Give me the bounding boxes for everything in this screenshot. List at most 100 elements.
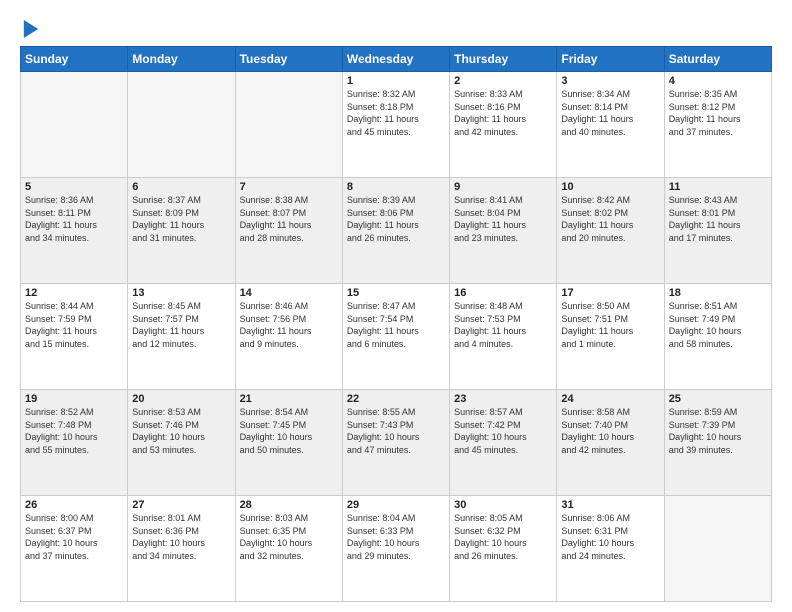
day-number: 31 <box>561 499 659 511</box>
calendar-cell: 18Sunrise: 8:51 AMSunset: 7:49 PMDayligh… <box>664 284 771 390</box>
day-info: Sunrise: 8:36 AMSunset: 8:11 PMDaylight:… <box>25 194 123 244</box>
day-info: Sunrise: 8:52 AMSunset: 7:48 PMDaylight:… <box>25 406 123 456</box>
day-number: 10 <box>561 181 659 193</box>
col-thursday: Thursday <box>450 47 557 72</box>
day-info: Sunrise: 8:51 AMSunset: 7:49 PMDaylight:… <box>669 300 767 350</box>
day-number: 25 <box>669 393 767 405</box>
day-number: 2 <box>454 75 552 87</box>
day-info: Sunrise: 8:04 AMSunset: 6:33 PMDaylight:… <box>347 512 445 562</box>
col-sunday: Sunday <box>21 47 128 72</box>
calendar-cell: 26Sunrise: 8:00 AMSunset: 6:37 PMDayligh… <box>21 496 128 602</box>
calendar-cell <box>235 72 342 178</box>
header <box>20 18 772 36</box>
calendar-cell <box>664 496 771 602</box>
day-number: 21 <box>240 393 338 405</box>
day-number: 22 <box>347 393 445 405</box>
day-number: 15 <box>347 287 445 299</box>
calendar-cell: 15Sunrise: 8:47 AMSunset: 7:54 PMDayligh… <box>342 284 449 390</box>
calendar-table: Sunday Monday Tuesday Wednesday Thursday… <box>20 46 772 602</box>
calendar-cell: 3Sunrise: 8:34 AMSunset: 8:14 PMDaylight… <box>557 72 664 178</box>
day-number: 28 <box>240 499 338 511</box>
calendar-cell: 19Sunrise: 8:52 AMSunset: 7:48 PMDayligh… <box>21 390 128 496</box>
calendar-week-row: 5Sunrise: 8:36 AMSunset: 8:11 PMDaylight… <box>21 178 772 284</box>
page: Sunday Monday Tuesday Wednesday Thursday… <box>0 0 792 612</box>
day-info: Sunrise: 8:41 AMSunset: 8:04 PMDaylight:… <box>454 194 552 244</box>
day-number: 20 <box>132 393 230 405</box>
day-info: Sunrise: 8:44 AMSunset: 7:59 PMDaylight:… <box>25 300 123 350</box>
day-info: Sunrise: 8:00 AMSunset: 6:37 PMDaylight:… <box>25 512 123 562</box>
calendar-cell: 23Sunrise: 8:57 AMSunset: 7:42 PMDayligh… <box>450 390 557 496</box>
logo-icon <box>22 18 40 40</box>
day-info: Sunrise: 8:35 AMSunset: 8:12 PMDaylight:… <box>669 88 767 138</box>
calendar-cell: 11Sunrise: 8:43 AMSunset: 8:01 PMDayligh… <box>664 178 771 284</box>
day-number: 12 <box>25 287 123 299</box>
day-number: 13 <box>132 287 230 299</box>
day-info: Sunrise: 8:37 AMSunset: 8:09 PMDaylight:… <box>132 194 230 244</box>
calendar-cell: 16Sunrise: 8:48 AMSunset: 7:53 PMDayligh… <box>450 284 557 390</box>
calendar-header-row: Sunday Monday Tuesday Wednesday Thursday… <box>21 47 772 72</box>
calendar-cell: 30Sunrise: 8:05 AMSunset: 6:32 PMDayligh… <box>450 496 557 602</box>
calendar-cell: 5Sunrise: 8:36 AMSunset: 8:11 PMDaylight… <box>21 178 128 284</box>
calendar-cell: 9Sunrise: 8:41 AMSunset: 8:04 PMDaylight… <box>450 178 557 284</box>
col-tuesday: Tuesday <box>235 47 342 72</box>
day-info: Sunrise: 8:59 AMSunset: 7:39 PMDaylight:… <box>669 406 767 456</box>
day-info: Sunrise: 8:03 AMSunset: 6:35 PMDaylight:… <box>240 512 338 562</box>
day-info: Sunrise: 8:48 AMSunset: 7:53 PMDaylight:… <box>454 300 552 350</box>
calendar-week-row: 19Sunrise: 8:52 AMSunset: 7:48 PMDayligh… <box>21 390 772 496</box>
calendar-cell: 29Sunrise: 8:04 AMSunset: 6:33 PMDayligh… <box>342 496 449 602</box>
day-info: Sunrise: 8:05 AMSunset: 6:32 PMDaylight:… <box>454 512 552 562</box>
calendar-cell: 22Sunrise: 8:55 AMSunset: 7:43 PMDayligh… <box>342 390 449 496</box>
day-number: 29 <box>347 499 445 511</box>
day-info: Sunrise: 8:01 AMSunset: 6:36 PMDaylight:… <box>132 512 230 562</box>
calendar-cell: 21Sunrise: 8:54 AMSunset: 7:45 PMDayligh… <box>235 390 342 496</box>
day-number: 24 <box>561 393 659 405</box>
day-number: 7 <box>240 181 338 193</box>
calendar-cell <box>21 72 128 178</box>
calendar-cell: 25Sunrise: 8:59 AMSunset: 7:39 PMDayligh… <box>664 390 771 496</box>
day-info: Sunrise: 8:47 AMSunset: 7:54 PMDaylight:… <box>347 300 445 350</box>
calendar-cell: 8Sunrise: 8:39 AMSunset: 8:06 PMDaylight… <box>342 178 449 284</box>
day-info: Sunrise: 8:38 AMSunset: 8:07 PMDaylight:… <box>240 194 338 244</box>
day-number: 18 <box>669 287 767 299</box>
calendar-week-row: 26Sunrise: 8:00 AMSunset: 6:37 PMDayligh… <box>21 496 772 602</box>
day-info: Sunrise: 8:46 AMSunset: 7:56 PMDaylight:… <box>240 300 338 350</box>
day-info: Sunrise: 8:39 AMSunset: 8:06 PMDaylight:… <box>347 194 445 244</box>
day-info: Sunrise: 8:55 AMSunset: 7:43 PMDaylight:… <box>347 406 445 456</box>
day-info: Sunrise: 8:33 AMSunset: 8:16 PMDaylight:… <box>454 88 552 138</box>
calendar-cell: 7Sunrise: 8:38 AMSunset: 8:07 PMDaylight… <box>235 178 342 284</box>
day-info: Sunrise: 8:58 AMSunset: 7:40 PMDaylight:… <box>561 406 659 456</box>
calendar-cell: 1Sunrise: 8:32 AMSunset: 8:18 PMDaylight… <box>342 72 449 178</box>
calendar-cell: 12Sunrise: 8:44 AMSunset: 7:59 PMDayligh… <box>21 284 128 390</box>
day-info: Sunrise: 8:57 AMSunset: 7:42 PMDaylight:… <box>454 406 552 456</box>
col-wednesday: Wednesday <box>342 47 449 72</box>
day-number: 14 <box>240 287 338 299</box>
calendar-cell: 2Sunrise: 8:33 AMSunset: 8:16 PMDaylight… <box>450 72 557 178</box>
col-saturday: Saturday <box>664 47 771 72</box>
day-info: Sunrise: 8:45 AMSunset: 7:57 PMDaylight:… <box>132 300 230 350</box>
day-info: Sunrise: 8:06 AMSunset: 6:31 PMDaylight:… <box>561 512 659 562</box>
day-number: 5 <box>25 181 123 193</box>
day-info: Sunrise: 8:43 AMSunset: 8:01 PMDaylight:… <box>669 194 767 244</box>
calendar-cell: 13Sunrise: 8:45 AMSunset: 7:57 PMDayligh… <box>128 284 235 390</box>
day-number: 6 <box>132 181 230 193</box>
day-info: Sunrise: 8:42 AMSunset: 8:02 PMDaylight:… <box>561 194 659 244</box>
calendar-cell <box>128 72 235 178</box>
day-number: 1 <box>347 75 445 87</box>
day-number: 16 <box>454 287 552 299</box>
day-number: 11 <box>669 181 767 193</box>
day-number: 30 <box>454 499 552 511</box>
day-info: Sunrise: 8:34 AMSunset: 8:14 PMDaylight:… <box>561 88 659 138</box>
day-info: Sunrise: 8:50 AMSunset: 7:51 PMDaylight:… <box>561 300 659 350</box>
calendar-cell: 28Sunrise: 8:03 AMSunset: 6:35 PMDayligh… <box>235 496 342 602</box>
calendar-week-row: 12Sunrise: 8:44 AMSunset: 7:59 PMDayligh… <box>21 284 772 390</box>
calendar-cell: 27Sunrise: 8:01 AMSunset: 6:36 PMDayligh… <box>128 496 235 602</box>
calendar-cell: 20Sunrise: 8:53 AMSunset: 7:46 PMDayligh… <box>128 390 235 496</box>
calendar-cell: 6Sunrise: 8:37 AMSunset: 8:09 PMDaylight… <box>128 178 235 284</box>
day-number: 4 <box>669 75 767 87</box>
calendar-week-row: 1Sunrise: 8:32 AMSunset: 8:18 PMDaylight… <box>21 72 772 178</box>
day-number: 27 <box>132 499 230 511</box>
calendar-cell: 17Sunrise: 8:50 AMSunset: 7:51 PMDayligh… <box>557 284 664 390</box>
day-number: 26 <box>25 499 123 511</box>
calendar-cell: 10Sunrise: 8:42 AMSunset: 8:02 PMDayligh… <box>557 178 664 284</box>
day-number: 9 <box>454 181 552 193</box>
